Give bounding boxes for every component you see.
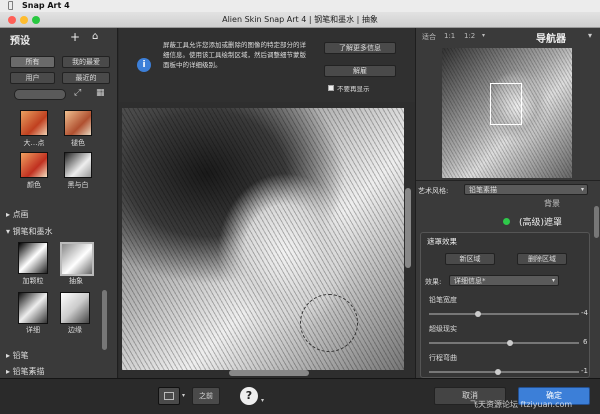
right-panel: 适合 1:1 1:2 ▾ 导航器 ▾ 艺术风格: 铅笔素描 ▾ 背景 (高级)遮… bbox=[415, 28, 600, 378]
zoom-fit[interactable]: 适合 bbox=[422, 32, 436, 42]
bottom-toolbar: ▾ 之前 ? ▾ 取消 确定 飞天资源论坛 ftziyuan.com bbox=[0, 378, 600, 414]
slider-knob[interactable] bbox=[495, 369, 501, 375]
tab-user[interactable]: 用户 bbox=[10, 72, 55, 84]
effect-label: 效果: bbox=[425, 278, 442, 286]
collapse-icon[interactable]: ⤢ bbox=[74, 88, 81, 98]
zoom-dropdown-icon[interactable]: ▾ bbox=[482, 32, 485, 39]
pencil-width-slider[interactable] bbox=[429, 311, 579, 317]
preset-label: 抽象 bbox=[69, 277, 83, 285]
search-input[interactable] bbox=[14, 89, 66, 100]
info-icon: i bbox=[137, 58, 151, 72]
before-button[interactable]: 之前 bbox=[192, 387, 220, 405]
view-dropdown-icon[interactable]: ▾ bbox=[182, 392, 185, 399]
compare-view-button[interactable] bbox=[158, 387, 180, 405]
new-area-button[interactable]: 新区域 bbox=[445, 253, 495, 265]
art-style-select[interactable]: 铅笔素描 ▾ bbox=[464, 184, 588, 195]
preset-label: 黑与白 bbox=[67, 181, 89, 189]
help-dropdown-icon[interactable]: ▾ bbox=[261, 397, 264, 404]
tab-all[interactable]: 所有 bbox=[10, 56, 55, 68]
zoom-1-1[interactable]: 1:1 bbox=[444, 32, 455, 40]
preset-label: 颜色 bbox=[27, 181, 41, 189]
slider-value: -4 bbox=[581, 309, 588, 317]
right-divider bbox=[416, 180, 600, 181]
slider-label: 超级现实 bbox=[429, 325, 457, 333]
preset-thumb-bw[interactable] bbox=[64, 152, 92, 178]
background-label: 背景 bbox=[544, 199, 560, 208]
slider-knob[interactable] bbox=[507, 340, 513, 346]
help-icon[interactable]: ? bbox=[240, 387, 258, 405]
learn-more-button[interactable]: 了解更多信息 bbox=[324, 42, 396, 54]
zoom-1-2[interactable]: 1:2 bbox=[464, 32, 475, 40]
preview-image[interactable] bbox=[122, 108, 404, 370]
presets-title: 预设 bbox=[10, 36, 30, 47]
slider-value: 6 bbox=[583, 338, 588, 346]
mask-status-dot bbox=[503, 218, 510, 225]
tab-favorites[interactable]: 我的最爱 bbox=[62, 56, 110, 68]
preset-label: 褪色 bbox=[71, 139, 85, 147]
right-scrollbar[interactable] bbox=[594, 206, 599, 238]
watermark-text: 飞天资源论坛 ftziyuan.com bbox=[470, 400, 573, 409]
preview-vscrollbar[interactable] bbox=[405, 188, 411, 268]
navigator-viewport[interactable] bbox=[490, 83, 522, 125]
app-menu[interactable]: Snap Art 4 bbox=[22, 0, 70, 12]
group-label: 点画 bbox=[12, 210, 29, 219]
mask-effect-title: 遮罩效果 bbox=[427, 237, 457, 246]
art-style-value: 铅笔素描 bbox=[469, 186, 497, 194]
preset-label: 详细 bbox=[26, 326, 40, 334]
group-pencil[interactable]: ▸ 铅笔 bbox=[6, 350, 29, 361]
slider-label: 行程弯曲 bbox=[429, 354, 457, 362]
preview-area: i 屏蔽工具允许您添加或删除的图像的特定部分的详细信息。使用该工具绘制区域，然后… bbox=[119, 28, 415, 378]
presets-panel: 预设 + ⌂ 所有 我的最爱 用户 最近的 ⤢ ▦ 大…点 褪色 颜色 黑与白 … bbox=[0, 28, 118, 378]
navigator-title: 导航器 bbox=[536, 34, 566, 45]
group-pencil-sketch[interactable]: ▸ 铅笔素描 bbox=[6, 366, 45, 377]
window-title: Alien Skin Snap Art 4 | 钢笔和墨水 | 抽象 bbox=[222, 15, 378, 24]
slider-label: 铅笔宽度 bbox=[429, 296, 457, 304]
effect-select[interactable]: 详细信息* ▾ bbox=[449, 275, 559, 286]
navigator-preview[interactable] bbox=[442, 48, 572, 178]
group-pen-ink[interactable]: ▾ 钢笔和墨水 bbox=[6, 226, 53, 237]
slider-knob[interactable] bbox=[475, 311, 481, 317]
group-label: 钢笔和墨水 bbox=[12, 227, 53, 236]
hyper-real-slider[interactable] bbox=[429, 340, 579, 346]
preview-hscrollbar[interactable] bbox=[229, 370, 309, 376]
grid-view-icon[interactable]: ▦ bbox=[96, 88, 105, 98]
presets-scrollbar[interactable] bbox=[102, 290, 107, 350]
dont-show-checkbox[interactable] bbox=[328, 85, 334, 91]
preset-thumb-detail[interactable] bbox=[18, 292, 48, 324]
group-stipple[interactable]: ▸ 点画 bbox=[6, 209, 29, 220]
compare-view-icon bbox=[164, 392, 174, 400]
preset-label: 边缘 bbox=[68, 326, 82, 334]
slider-value: -1 bbox=[581, 367, 588, 375]
dropdown-arrow-icon: ▾ bbox=[580, 186, 584, 193]
group-label: 铅笔 bbox=[12, 351, 29, 360]
dismiss-button[interactable]: 解雇 bbox=[324, 65, 396, 77]
preset-thumb-grain[interactable] bbox=[18, 242, 48, 274]
menu-bar:  Snap Art 4 bbox=[0, 0, 600, 12]
home-icon[interactable]: ⌂ bbox=[92, 31, 98, 42]
mask-effect-group: 遮罩效果 新区域 删除区域 效果: 详细信息* ▾ 铅笔宽度 -4 超级现实 6… bbox=[420, 232, 590, 378]
tab-recent[interactable]: 最近的 bbox=[62, 72, 110, 84]
preset-thumb-color[interactable] bbox=[20, 152, 48, 178]
dropdown-arrow-icon: ▾ bbox=[551, 277, 555, 284]
preset-thumb-abstract[interactable] bbox=[60, 242, 94, 276]
brush-cursor bbox=[300, 294, 358, 352]
preset-label: 大…点 bbox=[23, 139, 45, 147]
info-banner: i 屏蔽工具允许您添加或删除的图像的特定部分的详细信息。使用该工具绘制区域，然后… bbox=[119, 28, 415, 102]
navigator-collapse-icon[interactable]: ▾ bbox=[588, 31, 592, 40]
dont-show-label: 不要再显示 bbox=[337, 85, 370, 93]
preset-thumb-big-dots[interactable] bbox=[20, 110, 48, 136]
stroke-curve-slider[interactable] bbox=[429, 369, 579, 375]
art-style-label: 艺术风格: bbox=[418, 187, 449, 195]
info-text: 屏蔽工具允许您添加或删除的图像的特定部分的详细信息。使用该工具绘制区域，然后调整… bbox=[163, 41, 306, 69]
add-preset-icon[interactable]: + bbox=[70, 30, 80, 44]
apple-icon[interactable]:  bbox=[8, 0, 13, 12]
effect-value: 详细信息* bbox=[454, 277, 486, 285]
preset-thumb-faded[interactable] bbox=[64, 110, 92, 136]
preset-label: 加颗粒 bbox=[22, 277, 44, 285]
mask-section-title[interactable]: (高级)遮罩 bbox=[519, 215, 562, 228]
title-bar: Alien Skin Snap Art 4 | 钢笔和墨水 | 抽象 bbox=[0, 12, 600, 28]
delete-area-button[interactable]: 删除区域 bbox=[517, 253, 567, 265]
group-label: 铅笔素描 bbox=[12, 367, 45, 376]
preset-thumb-edge[interactable] bbox=[60, 292, 90, 324]
